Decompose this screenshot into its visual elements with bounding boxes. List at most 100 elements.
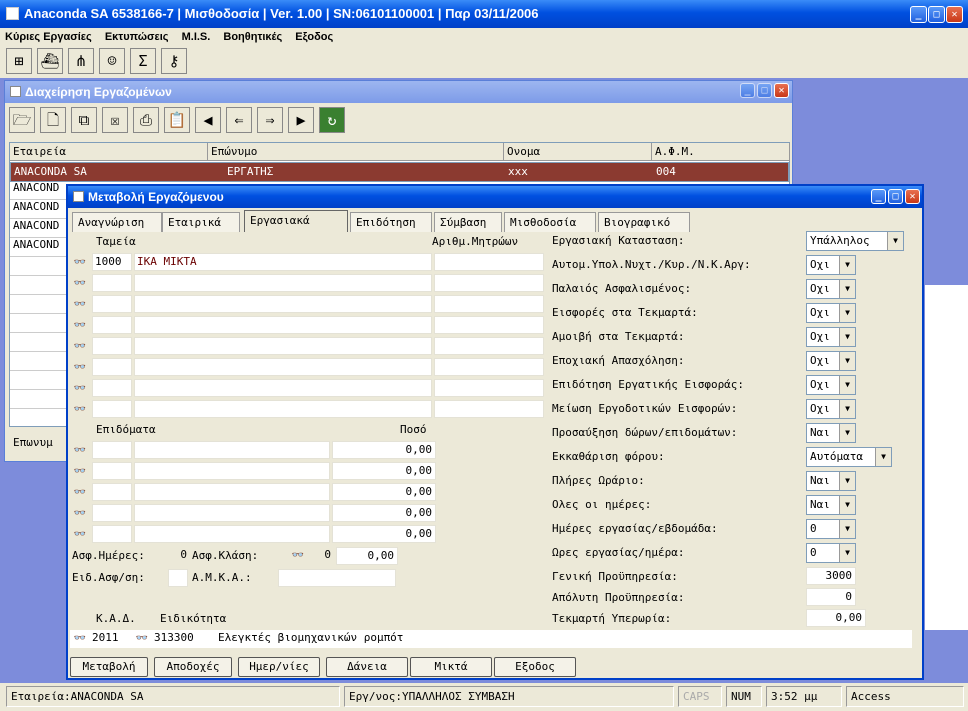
binoculars-icon[interactable]: 👓 — [290, 549, 306, 563]
network-icon[interactable]: ⋔ — [68, 48, 94, 74]
chevron-down-icon[interactable]: ▼ — [839, 520, 855, 538]
fund-name-field[interactable] — [134, 379, 432, 397]
column-header-name[interactable]: Ονομα — [504, 143, 652, 161]
seasonal-employment-select[interactable]: Οχι ▼ — [806, 351, 856, 371]
fund-code-field[interactable] — [92, 295, 132, 313]
chevron-down-icon[interactable]: ▼ — [839, 424, 855, 442]
binoculars-icon[interactable]: 👓 — [72, 277, 88, 291]
registry-number-field[interactable] — [434, 253, 544, 271]
mgmt-minimize-button[interactable]: _ — [740, 83, 755, 98]
menu-exit[interactable]: Εξοδος — [290, 28, 338, 43]
registry-number-field[interactable] — [434, 400, 544, 418]
fund-name-field[interactable] — [134, 316, 432, 334]
auto-night-calc-select[interactable]: Οχι ▼ — [806, 255, 856, 275]
registry-number-field[interactable] — [434, 316, 544, 334]
tab-subsidy[interactable]: Επιδότηση — [350, 212, 432, 232]
table-row-selected[interactable]: ANACONDA SA ΕΡΓΑΤΗΣ xxx 004 — [10, 162, 789, 182]
amka-field[interactable] — [278, 569, 396, 587]
binoculars-icon[interactable]: 👓 — [72, 486, 88, 500]
benefit-name-field[interactable] — [134, 525, 330, 543]
benefit-code-field[interactable] — [92, 483, 132, 501]
fund-name-field[interactable] — [134, 400, 432, 418]
old-insured-select[interactable]: Οχι ▼ — [806, 279, 856, 299]
special-insurance-field[interactable] — [168, 569, 188, 587]
registry-number-field[interactable] — [434, 295, 544, 313]
fund-name-field[interactable] — [134, 358, 432, 376]
fund-code-field[interactable] — [92, 274, 132, 292]
benefit-code-field[interactable] — [92, 441, 132, 459]
specialty-code-field[interactable]: 313300 — [152, 630, 214, 648]
tab-payroll[interactable]: Μισθοδοσία — [504, 212, 596, 232]
binoculars-icon[interactable]: 👓 — [72, 256, 88, 270]
registry-number-field[interactable] — [434, 358, 544, 376]
earnings-button[interactable]: Αποδοχές — [154, 657, 232, 677]
chevron-down-icon[interactable]: ▼ — [875, 448, 891, 466]
full-time-select[interactable]: Ναι ▼ — [806, 471, 856, 491]
new-file-icon[interactable]: 🗋 — [40, 107, 66, 133]
binoculars-icon[interactable]: 👓 — [72, 528, 88, 542]
all-days-select[interactable]: Ναι ▼ — [806, 495, 856, 515]
menu-prints[interactable]: Εκτυπώσεις — [100, 28, 174, 43]
deemed-overtime-field[interactable]: 0,00 — [806, 609, 866, 627]
kad-code-field[interactable]: 2011 — [90, 630, 130, 648]
tab-company[interactable]: Εταιρικά — [162, 212, 240, 232]
binoculars-icon[interactable]: 👓 — [72, 444, 88, 458]
general-prior-service-field[interactable]: 3000 — [806, 567, 856, 585]
fund-code-field[interactable] — [92, 337, 132, 355]
contributions-deemed-select[interactable]: Οχι ▼ — [806, 303, 856, 323]
minimize-button[interactable]: _ — [910, 6, 927, 23]
change-button[interactable]: Μεταβολή — [70, 657, 148, 677]
binoculars-icon[interactable]: 👓 — [134, 632, 150, 646]
fund-code-field[interactable] — [92, 316, 132, 334]
next-record-icon[interactable]: ⇒ — [257, 107, 283, 133]
days-per-week-select[interactable]: 0 ▼ — [806, 519, 856, 539]
fund-code-field[interactable] — [92, 358, 132, 376]
tab-identification[interactable]: Αναγνώριση — [72, 212, 162, 232]
chevron-down-icon[interactable]: ▼ — [839, 496, 855, 514]
binoculars-icon[interactable]: 👓 — [72, 507, 88, 521]
benefit-name-field[interactable] — [134, 504, 330, 522]
edit-minimize-button[interactable]: _ — [871, 189, 886, 204]
benefit-amount-field[interactable]: 0,00 — [332, 525, 436, 543]
binoculars-icon[interactable]: 👓 — [72, 340, 88, 354]
tax-clearance-select[interactable]: Αυτόματα ▼ — [806, 447, 892, 467]
last-record-icon[interactable]: ▶ — [288, 107, 314, 133]
insurance-class-amount[interactable]: 0,00 — [336, 547, 398, 565]
chevron-down-icon[interactable]: ▼ — [839, 304, 855, 322]
bonus-increase-select[interactable]: Ναι ▼ — [806, 423, 856, 443]
registry-number-field[interactable] — [434, 337, 544, 355]
smiley-icon[interactable]: ☺ — [99, 48, 125, 74]
employer-contribution-reduction-select[interactable]: Οχι ▼ — [806, 399, 856, 419]
column-header-afm[interactable]: Α.Φ.Μ. — [652, 143, 790, 161]
copy-icon[interactable]: ⧉ — [71, 107, 97, 133]
registry-number-field[interactable] — [434, 379, 544, 397]
benefit-name-field[interactable] — [134, 483, 330, 501]
employment-status-select[interactable]: Υπάλληλος ▼ — [806, 231, 904, 251]
menu-mis[interactable]: M.I.S. — [177, 28, 216, 43]
specialty-name-field[interactable]: Ελεγκτές βιομηχανικών ρομπότ — [216, 630, 906, 648]
insurance-days-field[interactable]: 0 — [162, 547, 190, 565]
chevron-down-icon[interactable]: ▼ — [839, 400, 855, 418]
benefit-code-field[interactable] — [92, 525, 132, 543]
close-button[interactable]: ✕ — [946, 6, 963, 23]
fund-name-field[interactable] — [134, 295, 432, 313]
maximize-button[interactable]: □ — [928, 6, 945, 23]
chevron-down-icon[interactable]: ▼ — [887, 232, 903, 250]
binoculars-icon[interactable]: 👓 — [72, 403, 88, 417]
fund-code-field[interactable] — [92, 379, 132, 397]
clipboard-icon[interactable]: 📋 — [164, 107, 190, 133]
benefit-name-field[interactable] — [134, 441, 330, 459]
chevron-down-icon[interactable]: ▼ — [839, 544, 855, 562]
org-chart-icon[interactable]: ⊞ — [6, 48, 32, 74]
fund-name-field[interactable] — [134, 274, 432, 292]
benefit-amount-field[interactable]: 0,00 — [332, 483, 436, 501]
key-icon[interactable]: ⚷ — [161, 48, 187, 74]
binoculars-icon[interactable]: 👓 — [72, 361, 88, 375]
tab-cv[interactable]: Βιογραφικό — [598, 212, 690, 232]
column-header-surname[interactable]: Επώνυμο — [208, 143, 504, 161]
loans-button[interactable]: Δάνεια — [326, 657, 408, 677]
registry-number-field[interactable] — [434, 274, 544, 292]
ship-icon[interactable]: ⛴ — [37, 48, 63, 74]
benefit-amount-field[interactable]: 0,00 — [332, 441, 436, 459]
print-icon[interactable]: ⎙ — [133, 107, 159, 133]
